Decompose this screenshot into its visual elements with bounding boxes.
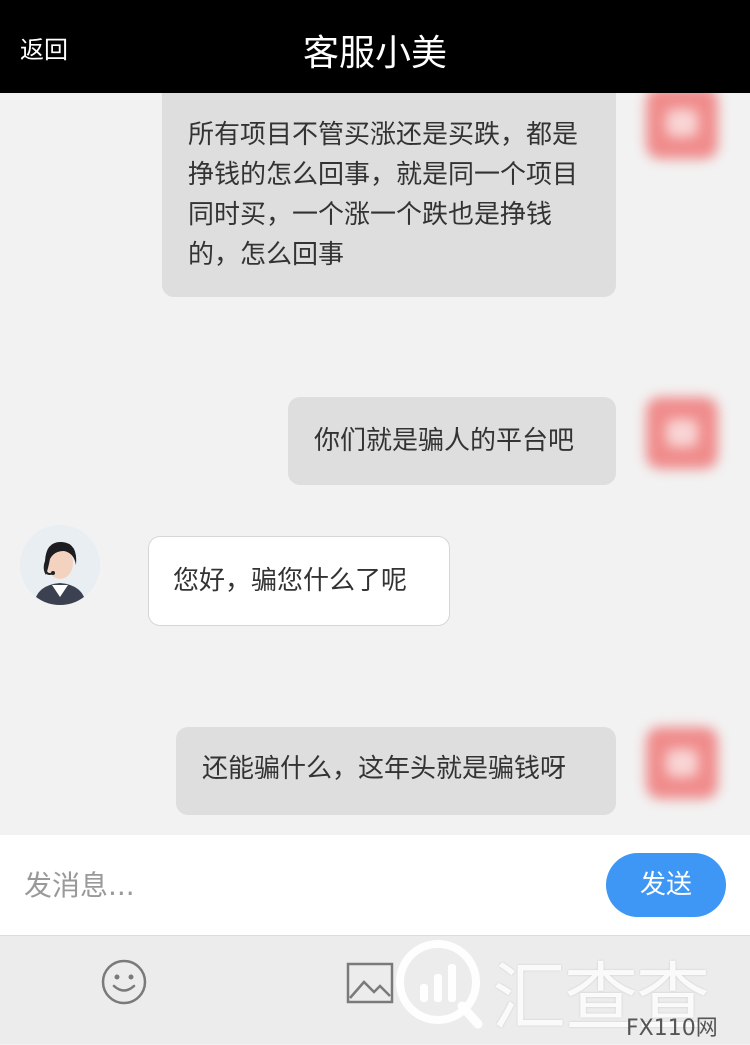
message-bubble-agent: 您好，骗您什么了呢 xyxy=(148,536,450,626)
message-input-bar: 发送 xyxy=(0,835,750,935)
user-avatar[interactable] xyxy=(646,727,718,799)
agent-avatar[interactable] xyxy=(20,525,100,605)
agent-avatar-image xyxy=(20,525,100,605)
message-text: 还能骗什么，这年头就是骗钱呀 xyxy=(202,754,567,784)
message-text: 你们就是骗人的平台吧 xyxy=(314,426,575,456)
page-title: 客服小美 xyxy=(302,33,447,74)
chat-header: 返回 客服小美 xyxy=(0,0,750,93)
message-text: 您好，骗您什么了呢 xyxy=(173,566,408,596)
message-bubble-user: 还能骗什么，这年头就是骗钱呀 xyxy=(176,727,616,815)
image-icon[interactable] xyxy=(346,962,394,1004)
send-button[interactable]: 发送 xyxy=(606,853,726,917)
user-avatar[interactable] xyxy=(646,93,718,159)
chat-area[interactable]: 所有项目不管买涨还是买跌，都是挣钱的怎么回事，就是同一个项目同时买，一个涨一个跌… xyxy=(0,93,750,835)
watermark-logo-icon xyxy=(390,934,490,1034)
message-text: 所有项目不管买涨还是买跌，都是挣钱的怎么回事，就是同一个项目同时买，一个涨一个跌… xyxy=(188,120,579,270)
user-avatar[interactable] xyxy=(646,397,718,469)
watermark-code: FX110网 xyxy=(626,1016,718,1041)
message-input[interactable] xyxy=(24,863,564,907)
smiley-icon[interactable] xyxy=(100,958,148,1006)
message-bubble-user: 所有项目不管买涨还是买跌，都是挣钱的怎么回事，就是同一个项目同时买，一个涨一个跌… xyxy=(162,93,616,297)
message-bubble-user: 你们就是骗人的平台吧 xyxy=(288,397,616,485)
